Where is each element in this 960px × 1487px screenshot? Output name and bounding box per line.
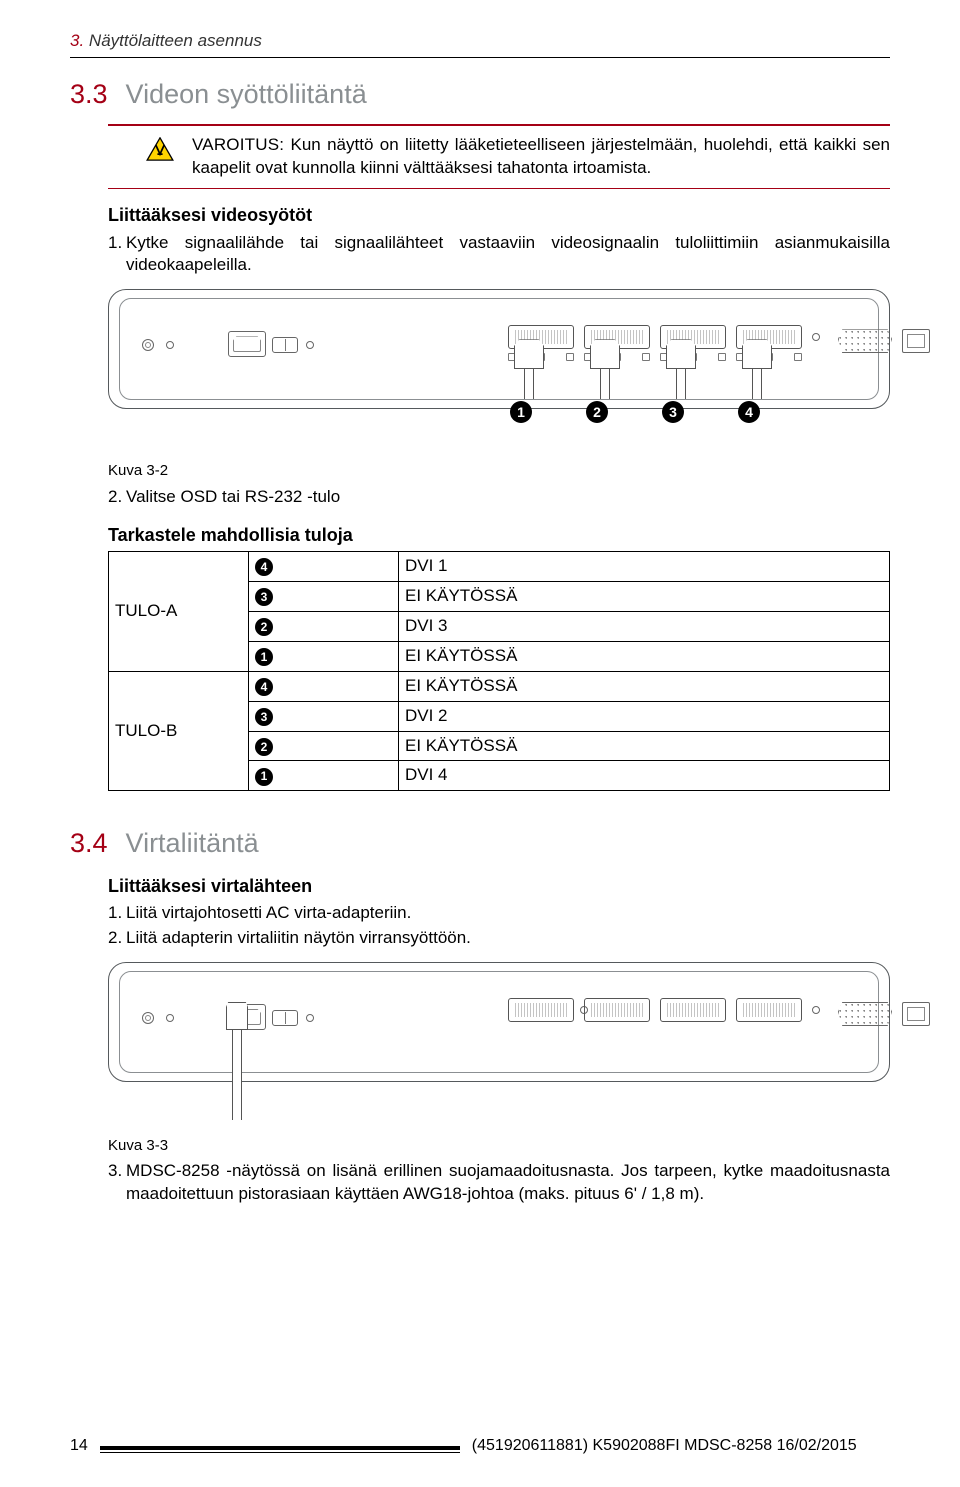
heading-3-4-num: 3.4	[70, 828, 108, 858]
indicator-icon	[306, 1014, 314, 1022]
led-icon	[166, 1014, 174, 1022]
figure-3-3-caption: Kuva 3-3	[108, 1136, 890, 1156]
step-34-1-text: Liitä virtajohtosetti AC virta-adapterii…	[126, 902, 890, 925]
table-row: TULO-B 4 EI KÄYTÖSSÄ	[109, 671, 890, 701]
table-value: DVI 2	[399, 701, 890, 731]
table-badge-cell: 2	[249, 731, 399, 761]
step-34-1: 1. Liitä virtajohtosetti AC virta-adapte…	[108, 902, 890, 925]
table-group: TULO-A	[109, 551, 249, 671]
step-34-3-num: 3.	[108, 1160, 126, 1206]
dvi-port-4-icon	[736, 998, 802, 1022]
figure-3-3	[108, 962, 890, 1082]
subhead-videosyotot: Liittääksesi videosyötöt	[108, 203, 890, 227]
header-title: Näyttölaitteen asennus	[89, 31, 262, 50]
indicator-icon	[812, 333, 820, 341]
warning-block: VAROITUS: Kun näyttö on liitetty lääketi…	[108, 126, 890, 188]
table-row: TULO-A 4 DVI 1	[109, 551, 890, 581]
table-badge-cell: 3	[249, 581, 399, 611]
table-value: DVI 3	[399, 611, 890, 641]
running-header: 3. Näyttölaitteen asennus	[70, 30, 890, 53]
table-value: DVI 1	[399, 551, 890, 581]
step-2: 2. Valitse OSD tai RS-232 -tulo	[108, 486, 890, 509]
cable-plug-1-icon	[512, 339, 546, 399]
step-34-1-num: 1.	[108, 902, 126, 925]
page-footer: 14 (451920611881) K5902088FI MDSC-8258 1…	[70, 1435, 890, 1457]
badge-4: 4	[738, 401, 760, 423]
table-group: TULO-B	[109, 671, 249, 791]
heading-3-3: 3.3 Videon syöttöliitäntä	[70, 76, 890, 112]
dvi-port-3-icon	[660, 998, 726, 1022]
cable-plug-2-icon	[588, 339, 622, 399]
step-34-2-num: 2.	[108, 927, 126, 950]
ground-screw-icon	[142, 1012, 154, 1024]
indicator-icon	[306, 341, 314, 349]
dvi-port-1-icon	[508, 998, 574, 1022]
inputs-table: TULO-A 4 DVI 1 3 EI KÄYTÖSSÄ 2 DVI 3 1 E…	[108, 551, 890, 792]
ground-screw-icon	[142, 339, 154, 351]
subhead-virtalahde: Liittääksesi virtalähteen	[108, 874, 890, 898]
table-badge-cell: 1	[249, 761, 399, 791]
step-2-text: Valitse OSD tai RS-232 -tulo	[126, 486, 890, 509]
lan-port-icon	[902, 329, 930, 353]
table-value: EI KÄYTÖSSÄ	[399, 731, 890, 761]
step-1-num: 1.	[108, 232, 126, 278]
table-badge-cell: 4	[249, 551, 399, 581]
power-plug-icon	[226, 1002, 248, 1120]
warning-icon	[146, 137, 174, 161]
table-badge-cell: 1	[249, 641, 399, 671]
heading-3-3-title: Videon syöttöliitäntä	[126, 79, 367, 109]
warning-label: VAROITUS:	[192, 135, 284, 154]
step-34-2-text: Liitä adapterin virtaliitin näytön virra…	[126, 927, 890, 950]
badge-2: 2	[586, 401, 608, 423]
header-rule	[70, 57, 890, 58]
table-value: EI KÄYTÖSSÄ	[399, 671, 890, 701]
serial-port-icon	[838, 1002, 892, 1026]
power-switch-icon	[272, 337, 298, 353]
step-34-3-text: MDSC-8258 -näytössä on lisänä erillinen …	[126, 1160, 890, 1206]
warning-rule-bottom	[108, 188, 890, 189]
badge-1: 1	[510, 401, 532, 423]
table-badge-cell: 3	[249, 701, 399, 731]
power-switch-icon	[272, 1010, 298, 1026]
heading-3-3-num: 3.3	[70, 79, 108, 109]
serial-port-icon	[838, 329, 892, 353]
step-34-2: 2. Liitä adapterin virtaliitin näytön vi…	[108, 927, 890, 950]
led-icon	[166, 341, 174, 349]
page-number: 14	[70, 1435, 88, 1457]
warning-body: Kun näyttö on liitetty lääketieteellisee…	[192, 135, 890, 177]
cable-plug-4-icon	[740, 339, 774, 399]
table-value: DVI 4	[399, 761, 890, 791]
heading-3-4: 3.4 Virtaliitäntä	[70, 825, 890, 861]
figure-badges: 1 2 3 4	[510, 401, 760, 423]
cable-plug-3-icon	[664, 339, 698, 399]
footer-docref: (451920611881) K5902088FI MDSC-8258 16/0…	[472, 1435, 857, 1457]
table-value: EI KÄYTÖSSÄ	[399, 581, 890, 611]
power-inlet-icon	[228, 331, 266, 357]
indicator-icon	[812, 1006, 820, 1014]
badge-3: 3	[662, 401, 684, 423]
table-value: EI KÄYTÖSSÄ	[399, 641, 890, 671]
heading-3-4-title: Virtaliitäntä	[126, 828, 259, 858]
warning-text: VAROITUS: Kun näyttö on liitetty lääketi…	[192, 134, 890, 180]
lan-port-icon	[902, 1002, 930, 1026]
table-heading: Tarkastele mahdollisia tuloja	[108, 523, 890, 547]
step-2-num: 2.	[108, 486, 126, 509]
dvi-port-2-icon	[584, 998, 650, 1022]
step-1: 1. Kytke signaalilähde tai signaalilähte…	[108, 232, 890, 278]
table-badge-cell: 4	[249, 671, 399, 701]
figure-3-2-caption: Kuva 3-2	[108, 461, 890, 481]
step-34-3: 3. MDSC-8258 -näytössä on lisänä erillin…	[108, 1160, 890, 1206]
step-1-text: Kytke signaalilähde tai signaalilähteet …	[126, 232, 890, 278]
table-badge-cell: 2	[249, 611, 399, 641]
figure-3-2: 1 2 3 4	[108, 289, 890, 409]
header-secnum: 3.	[70, 31, 84, 50]
